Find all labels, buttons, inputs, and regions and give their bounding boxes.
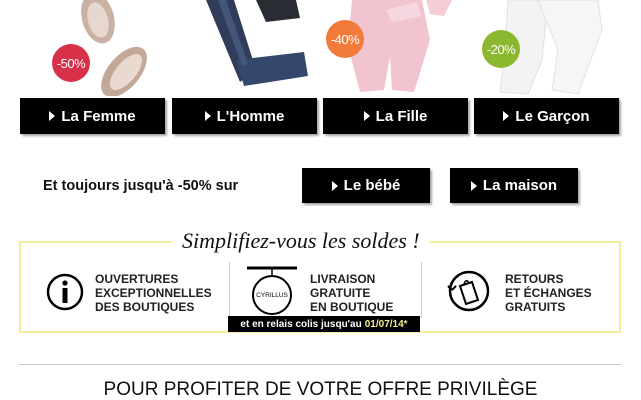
- arrow-right-icon: [331, 180, 338, 191]
- category-button-fille[interactable]: La Fille: [323, 98, 468, 134]
- offer-heading: POUR PROFITER DE VOTRE OFFRE PRIVILÈGE: [103, 379, 538, 400]
- divider: [19, 364, 621, 365]
- arrow-right-icon: [470, 180, 477, 191]
- bebe-button[interactable]: Le bébé: [302, 168, 430, 203]
- category-label: Le Garçon: [515, 107, 590, 125]
- maison-button[interactable]: La maison: [450, 168, 578, 203]
- arrow-right-icon: [363, 111, 370, 121]
- feature-line: EXCEPTIONNELLES: [95, 286, 212, 300]
- category-label: L'Homme: [216, 107, 285, 125]
- discount-badge: -50%: [52, 44, 90, 82]
- feature-line: OUVERTURES: [95, 272, 179, 286]
- category-button-femme[interactable]: La Femme: [20, 98, 165, 134]
- divider: [229, 262, 230, 318]
- arrow-right-icon: [503, 111, 510, 121]
- feature-opening-text: OUVERTURES EXCEPTIONNELLES DES BOUTIQUES: [95, 272, 212, 314]
- info-icon: [46, 273, 84, 311]
- promo-text: Et toujours jusqu'à -50% sur: [43, 178, 239, 194]
- category-button-garcon[interactable]: Le Garçon: [474, 98, 619, 134]
- return-bag-icon: [447, 270, 490, 312]
- arrow-right-icon: [204, 111, 211, 121]
- feature-delivery-text: LIVRAISON GRATUITE EN BOUTIQUE: [310, 272, 393, 314]
- features-title: Simplifiez-vous les soldes !: [172, 228, 430, 254]
- divider: [421, 262, 422, 318]
- maison-label: La maison: [482, 177, 558, 194]
- feature-line: LIVRAISON: [310, 272, 376, 286]
- feature-line: RETOURS: [505, 272, 564, 286]
- feature-returns-text: RETOURS ET ÉCHANGES GRATUITS: [505, 272, 592, 314]
- cyrillus-shop-sign-icon: CYRILLUS: [247, 266, 297, 315]
- product-white-trousers[interactable]: -20%: [478, 0, 604, 96]
- relay-date: 01/07/14*: [364, 318, 408, 330]
- category-label: La Femme: [61, 107, 136, 125]
- shop-sign-text: CYRILLUS: [256, 292, 288, 299]
- bebe-label: Le bébé: [343, 177, 401, 194]
- feature-line: EN BOUTIQUE: [310, 300, 394, 314]
- feature-line: DES BOUTIQUES: [95, 300, 195, 314]
- product-ballerina-flats[interactable]: -50%: [46, 0, 156, 96]
- jeans-image: [206, 0, 308, 86]
- category-label: La Fille: [375, 107, 428, 125]
- relay-banner: et en relais colis jusqu'au 01/07/14*: [228, 316, 420, 332]
- feature-line: ET ÉCHANGES: [505, 286, 592, 300]
- discount-badge: -40%: [326, 20, 364, 58]
- feature-line: GRATUITS: [505, 300, 566, 314]
- product-pink-trousers[interactable]: -40%: [326, 0, 462, 96]
- relay-text: et en relais colis jusqu'au: [240, 318, 362, 330]
- arrow-right-icon: [49, 111, 56, 121]
- product-jeans[interactable]: [196, 0, 314, 96]
- discount-badge: -20%: [482, 30, 520, 68]
- category-button-homme[interactable]: L'Homme: [172, 98, 317, 134]
- feature-line: GRATUITE: [310, 286, 371, 300]
